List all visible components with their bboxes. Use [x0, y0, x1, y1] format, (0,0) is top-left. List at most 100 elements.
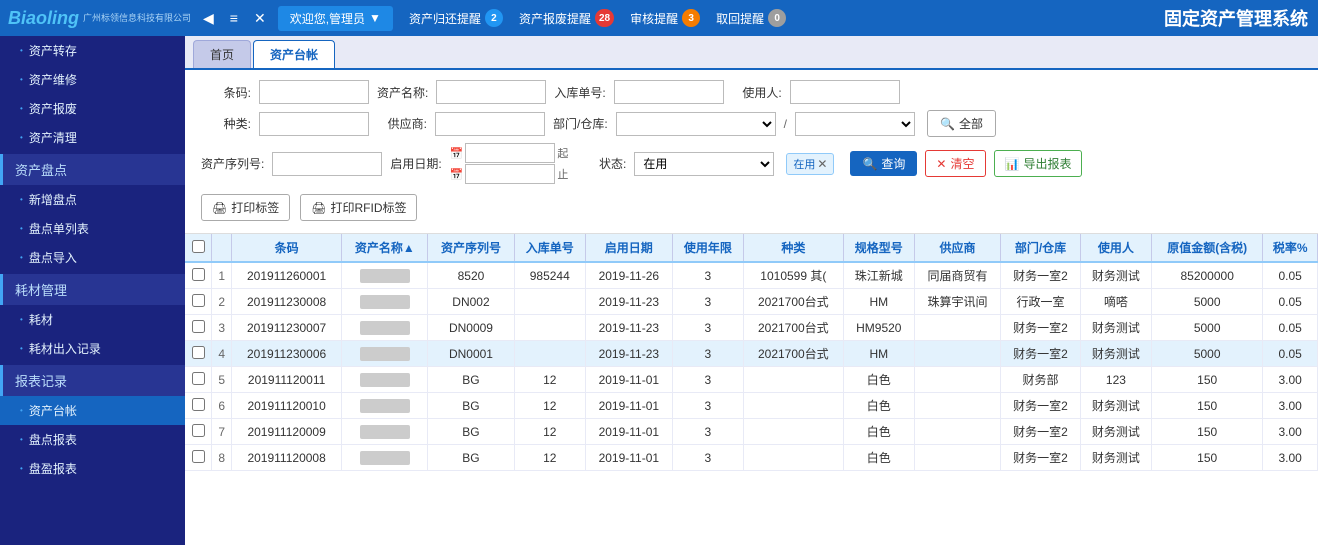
sidebar-item-consumables-record[interactable]: • 耗材出入记录 — [0, 334, 185, 363]
serial-input[interactable] — [272, 152, 382, 176]
row-checkbox[interactable] — [192, 424, 205, 437]
tiaoma-input[interactable] — [259, 80, 369, 104]
asset-name-input[interactable] — [436, 80, 546, 104]
sidebar-section-reports: 报表记录 — [0, 365, 185, 396]
cell-dept: 财务一室2 — [1013, 451, 1068, 465]
table-row[interactable]: 3201911230007 DN00092019-11-2332021700台式… — [185, 315, 1318, 341]
table-row[interactable]: 7201911120009 BG122019-11-013白色财务一室2财务测试… — [185, 419, 1318, 445]
rfid-icon: 🖨 — [311, 201, 326, 215]
cell-asset-name — [360, 321, 410, 335]
nav-back-button[interactable]: ◀ — [197, 8, 220, 29]
sidebar-item-asset-repair[interactable]: • 资产维修 — [0, 65, 185, 94]
row-checkbox[interactable] — [192, 346, 205, 359]
ruku-input[interactable] — [614, 80, 724, 104]
row-checkbox[interactable] — [192, 268, 205, 281]
col-num — [212, 234, 232, 262]
sidebar-item-inventory-report[interactable]: • 盘点报表 — [0, 425, 185, 454]
select-all-checkbox[interactable] — [192, 240, 205, 253]
dot-icon: • — [20, 104, 23, 113]
row-checkbox[interactable] — [192, 450, 205, 463]
status-tag-value: 在用 — [793, 156, 815, 172]
table-row[interactable]: 4201911230006 DN00012019-11-2332021700台式… — [185, 341, 1318, 367]
print-tag-button[interactable]: 🖨 打印标签 — [201, 194, 290, 221]
print-rfid-button[interactable]: 🖨 打印RFID标签 — [300, 194, 417, 221]
table-row[interactable]: 8201911120008 BG122019-11-013白色财务一室2财务测试… — [185, 445, 1318, 471]
asset-table: 条码 资产名称▲ 资产序列号 入库单号 启用日期 使用年限 种类 规格型号 供应… — [185, 234, 1318, 471]
user-input[interactable] — [790, 80, 900, 104]
tiaoma-label: 条码: — [201, 84, 251, 101]
notify-recall-badge: 0 — [768, 9, 786, 27]
date-start-input[interactable] — [465, 143, 555, 163]
date-end-input[interactable] — [465, 164, 555, 184]
query-button[interactable]: 🔍 查询 — [850, 151, 917, 176]
date-zhi-label: 止 — [557, 166, 568, 182]
dot-icon: • — [20, 195, 23, 204]
sidebar: • 资产转存 • 资产维修 • 资产报废 • 资产清理 资产盘点 • 新增盘点 … — [0, 36, 185, 545]
notify-review[interactable]: 审核提醒 3 — [630, 9, 700, 27]
cell-serial: DN0001 — [449, 347, 493, 361]
tab-asset-ledger[interactable]: 资产台帐 — [253, 40, 335, 68]
row-checkbox[interactable] — [192, 398, 205, 411]
status-tag-area: 在用 ✕ — [786, 153, 834, 175]
status-select[interactable]: 在用 闲置 报废 — [634, 152, 774, 176]
cell-user: 财务测试 — [1092, 399, 1140, 413]
cell-dept: 财务一室2 — [1013, 425, 1068, 439]
row-number: 8 — [218, 451, 225, 465]
cell-tiaoma: 201911120011 — [248, 373, 325, 387]
row-checkbox[interactable] — [192, 372, 205, 385]
cell-years: 3 — [705, 451, 712, 465]
table-row[interactable]: 2201911230008 DN0022019-11-2332021700台式H… — [185, 289, 1318, 315]
notify-recall[interactable]: 取回提醒 0 — [716, 9, 786, 27]
status-clear-icon[interactable]: ✕ — [817, 157, 827, 171]
table-row[interactable]: 5201911120011 BG122019-11-013白色财务部123150… — [185, 367, 1318, 393]
nav-close-button[interactable]: ✕ — [248, 8, 272, 29]
cell-user: 123 — [1106, 373, 1126, 387]
row-checkbox[interactable] — [192, 320, 205, 333]
date-end-row: 📅 止 — [450, 164, 569, 184]
cell-spec: 白色 — [867, 425, 891, 439]
sidebar-item-new-inventory[interactable]: • 新增盘点 — [0, 185, 185, 214]
nav-menu-button[interactable]: ≡ — [224, 8, 244, 28]
cell-price: 150 — [1197, 373, 1217, 387]
table-row[interactable]: 1201911260001 85209852442019-11-26310105… — [185, 262, 1318, 289]
logo-sub: 广州标领信息科技有限公司 — [83, 13, 191, 24]
dot-icon: • — [20, 253, 23, 262]
calendar-end-icon[interactable]: 📅 — [450, 168, 464, 181]
status-select-area: 在用 闲置 报废 — [634, 152, 774, 176]
cell-years: 3 — [705, 347, 712, 361]
sidebar-item-surplus-report[interactable]: • 盘盈报表 — [0, 454, 185, 483]
sidebar-section-inventory: 资产盘点 — [0, 154, 185, 185]
sidebar-item-inventory-import[interactable]: • 盘点导入 — [0, 243, 185, 272]
tab-home[interactable]: 首页 — [193, 40, 251, 68]
all-button[interactable]: 🔍 全部 — [927, 110, 996, 137]
cell-price: 150 — [1197, 451, 1217, 465]
table-row[interactable]: 6201911120010 BG122019-11-013白色财务一室2财务测试… — [185, 393, 1318, 419]
sidebar-item-asset-scrap[interactable]: • 资产报废 — [0, 94, 185, 123]
notify-return[interactable]: 资产归还提醒 2 — [409, 9, 503, 27]
clear-button[interactable]: ✕ 清空 — [925, 150, 985, 177]
subdept-select[interactable] — [795, 112, 915, 136]
cell-price: 5000 — [1194, 295, 1221, 309]
cell-start-date: 2019-11-01 — [599, 425, 660, 439]
notify-scrap[interactable]: 资产报废提醒 28 — [519, 9, 614, 27]
kind-input[interactable] — [259, 112, 369, 136]
supplier-input[interactable] — [435, 112, 545, 136]
dot-icon: • — [20, 133, 23, 142]
dot-icon: • — [20, 75, 23, 84]
sidebar-item-consumables[interactable]: • 耗材 — [0, 305, 185, 334]
dept-select[interactable] — [616, 112, 776, 136]
export-button[interactable]: 📊 导出报表 — [994, 150, 1083, 177]
kind-label: 种类: — [201, 115, 251, 132]
cell-serial: DN002 — [452, 295, 489, 309]
sidebar-item-asset-clear[interactable]: • 资产清理 — [0, 123, 185, 152]
welcome-button[interactable]: 欢迎您,管理员 ▼ — [278, 6, 393, 31]
cell-dept: 财务一室2 — [1013, 399, 1068, 413]
cell-years: 3 — [705, 425, 712, 439]
row-checkbox[interactable] — [192, 294, 205, 307]
calendar-start-icon[interactable]: 📅 — [450, 147, 464, 160]
sidebar-item-inventory-list[interactable]: • 盘点单列表 — [0, 214, 185, 243]
sidebar-item-asset-ledger[interactable]: • 资产台帐 — [0, 396, 185, 425]
cell-asset-name — [360, 399, 410, 413]
sidebar-item-asset-transfer[interactable]: • 资产转存 — [0, 36, 185, 65]
cell-tax: 3.00 — [1278, 373, 1301, 387]
